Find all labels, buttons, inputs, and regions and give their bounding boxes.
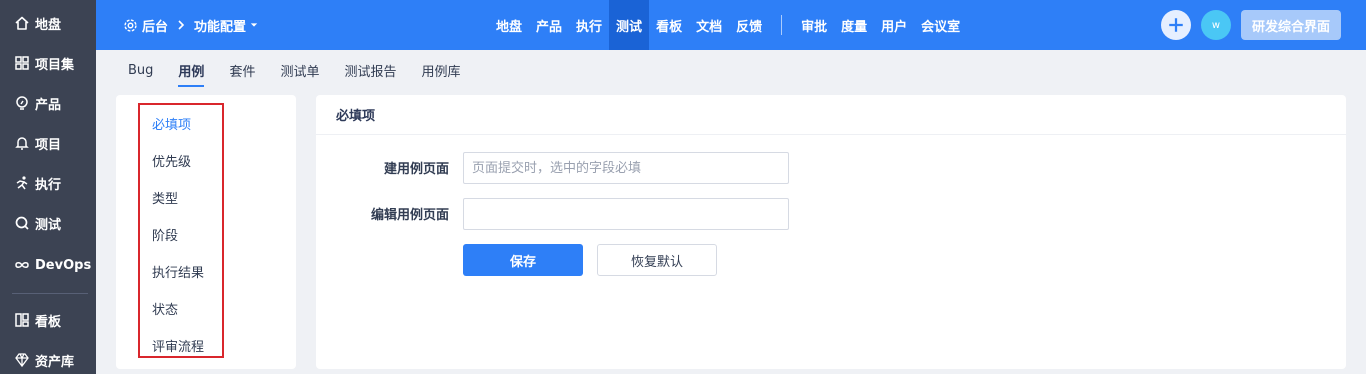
nav-item-test[interactable]: 测试 bbox=[609, 0, 650, 50]
sidebar-item-label: 测试 bbox=[35, 217, 62, 233]
lightbulb-icon bbox=[13, 95, 30, 112]
nav-item-kanban[interactable]: 看板 bbox=[649, 0, 689, 50]
tab-suite[interactable]: 套件 bbox=[229, 50, 255, 90]
tab-testtask[interactable]: 测试单 bbox=[280, 50, 319, 90]
chevron-right-icon bbox=[176, 0, 186, 50]
tab-bug[interactable]: Bug bbox=[128, 50, 153, 90]
search-icon bbox=[13, 215, 30, 232]
diamond-icon bbox=[13, 352, 30, 369]
nav-item-execution[interactable]: 执行 bbox=[569, 0, 609, 50]
menu-item-review-flow[interactable]: 评审流程 bbox=[152, 336, 204, 355]
nav-item-approval[interactable]: 审批 bbox=[794, 0, 834, 50]
caret-down-icon bbox=[250, 21, 258, 29]
settings-menu: 必填项 优先级 类型 阶段 执行结果 状态 评审流程 bbox=[138, 103, 224, 358]
sidebar-item-label: 项目集 bbox=[35, 57, 75, 73]
sidebar-item-execution[interactable]: 执行 bbox=[0, 163, 96, 203]
required-fields-panel: 必填项 建用例页面 编辑用例页面 保存 恢复默认 bbox=[316, 95, 1346, 369]
edit-page-field[interactable] bbox=[463, 198, 789, 230]
breadcrumb-home-label: 后台 bbox=[142, 19, 169, 35]
sidebar-item-label: 执行 bbox=[35, 177, 62, 193]
create-page-field[interactable] bbox=[463, 152, 789, 184]
menu-item-result[interactable]: 执行结果 bbox=[152, 262, 204, 281]
sidebar-item-label: 看板 bbox=[35, 314, 62, 330]
sidebar-item-label: DevOps bbox=[35, 257, 92, 273]
save-button[interactable]: 保存 bbox=[463, 244, 583, 276]
run-icon bbox=[13, 175, 30, 192]
sidebar-item-label: 地盘 bbox=[35, 17, 62, 33]
sidebar-item-test[interactable]: 测试 bbox=[0, 203, 96, 243]
sidebar-item-product[interactable]: 产品 bbox=[0, 83, 96, 123]
create-page-label: 建用例页面 bbox=[383, 162, 449, 177]
restore-default-button[interactable]: 恢复默认 bbox=[597, 244, 717, 276]
gear-icon bbox=[123, 18, 138, 33]
sidebar-item-label: 资产库 bbox=[35, 354, 75, 370]
avatar[interactable]: w bbox=[1201, 10, 1231, 40]
breadcrumb-current-label: 功能配置 bbox=[194, 19, 247, 35]
nav-divider bbox=[781, 15, 783, 35]
sidebar-item-assetlib[interactable]: 资产库 bbox=[0, 340, 96, 374]
menu-item-priority[interactable]: 优先级 bbox=[152, 151, 191, 170]
sidebar: 地盘 项目集 产品 项目 执行 测试 DevOps 看板 资产库 bbox=[0, 0, 96, 374]
sidebar-item-project[interactable]: 项目 bbox=[0, 123, 96, 163]
nav-item-users[interactable]: 用户 bbox=[874, 0, 914, 50]
nav-item-doc[interactable]: 文档 bbox=[689, 0, 729, 50]
menu-item-status[interactable]: 状态 bbox=[152, 299, 178, 318]
nav-item-feedback[interactable]: 反馈 bbox=[729, 0, 769, 50]
sidebar-item-kanban[interactable]: 看板 bbox=[0, 300, 96, 340]
sidebar-item-devops[interactable]: DevOps bbox=[0, 245, 96, 285]
sidebar-divider bbox=[12, 293, 88, 294]
plus-icon bbox=[1167, 16, 1185, 34]
panel-title: 必填项 bbox=[336, 109, 376, 124]
sidebar-item-program[interactable]: 项目集 bbox=[0, 43, 96, 83]
tab-testcase[interactable]: 用例 bbox=[178, 50, 205, 90]
home-icon bbox=[13, 15, 30, 32]
create-button[interactable] bbox=[1161, 10, 1191, 40]
main-nav: 地盘 产品 执行 测试 看板 文档 反馈 审批 度量 用户 会议室 bbox=[489, 0, 967, 50]
bell-icon bbox=[13, 135, 30, 152]
tab-testreport[interactable]: 测试报告 bbox=[344, 50, 396, 90]
menu-item-type[interactable]: 类型 bbox=[152, 188, 178, 207]
ui-switch-button[interactable]: 研发综合界面 bbox=[1241, 10, 1341, 40]
board-icon bbox=[13, 312, 30, 329]
top-header: 后台 功能配置 地盘 产品 执行 测试 看板 文档 反馈 审批 度量 用户 会议… bbox=[96, 0, 1366, 50]
sidebar-item-dashboard[interactable]: 地盘 bbox=[0, 3, 96, 43]
nav-item-metrics[interactable]: 度量 bbox=[834, 0, 874, 50]
tab-caselib[interactable]: 用例库 bbox=[421, 50, 460, 90]
infinity-icon bbox=[13, 257, 30, 274]
nav-item-meeting-room[interactable]: 会议室 bbox=[914, 0, 967, 50]
sidebar-item-label: 项目 bbox=[35, 137, 62, 153]
menu-item-required[interactable]: 必填项 bbox=[152, 114, 191, 133]
sidebar-item-label: 产品 bbox=[35, 97, 62, 113]
menu-item-stage[interactable]: 阶段 bbox=[152, 225, 178, 244]
nav-item-dashboard[interactable]: 地盘 bbox=[489, 0, 529, 50]
breadcrumb-current[interactable]: 功能配置 bbox=[194, 0, 258, 50]
nav-item-product[interactable]: 产品 bbox=[529, 0, 569, 50]
edit-page-label: 编辑用例页面 bbox=[370, 208, 449, 223]
panel-divider bbox=[316, 134, 1346, 135]
settings-menu-panel: 必填项 优先级 类型 阶段 执行结果 状态 评审流程 bbox=[116, 95, 296, 369]
grid-icon bbox=[13, 55, 30, 72]
sub-tabs: Bug 用例 套件 测试单 测试报告 用例库 bbox=[128, 50, 486, 90]
breadcrumb-home[interactable]: 后台 bbox=[123, 0, 168, 50]
